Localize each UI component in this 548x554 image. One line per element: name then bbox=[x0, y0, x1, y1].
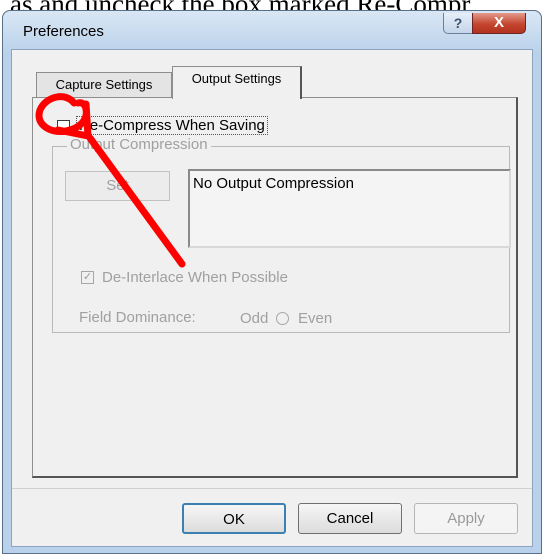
preferences-window: Preferences ? X Capture Settings Output … bbox=[2, 10, 542, 554]
odd-option-label[interactable]: Odd bbox=[240, 310, 268, 327]
close-button[interactable]: X bbox=[472, 13, 526, 34]
recompress-label[interactable]: Re-Compress When Saving bbox=[76, 116, 268, 135]
help-button[interactable]: ? bbox=[443, 13, 473, 34]
dialog-client-area: Capture Settings Output Settings Re-Comp… bbox=[11, 49, 533, 547]
even-radio[interactable] bbox=[276, 312, 289, 325]
cancel-button[interactable]: Cancel bbox=[298, 503, 402, 534]
title-bar[interactable]: Preferences ? X bbox=[3, 11, 541, 51]
set-button[interactable]: Set bbox=[65, 171, 170, 201]
ok-button[interactable]: OK bbox=[182, 503, 286, 534]
deinterlace-label[interactable]: De-Interlace When Possible bbox=[102, 269, 288, 286]
window-title: Preferences bbox=[23, 23, 104, 40]
compression-display: No Output Compression bbox=[188, 169, 511, 248]
field-dominance-label: Field Dominance: bbox=[79, 309, 196, 326]
output-compression-label: Output Compression bbox=[67, 136, 211, 153]
tab-output-settings[interactable]: Output Settings bbox=[172, 66, 302, 99]
recompress-checkbox[interactable] bbox=[57, 120, 70, 133]
tab-capture-settings[interactable]: Capture Settings bbox=[36, 72, 172, 98]
deinterlace-checkbox[interactable]: ✓ bbox=[81, 271, 94, 284]
even-option-label[interactable]: Even bbox=[298, 310, 332, 327]
apply-button[interactable]: Apply bbox=[414, 503, 518, 534]
